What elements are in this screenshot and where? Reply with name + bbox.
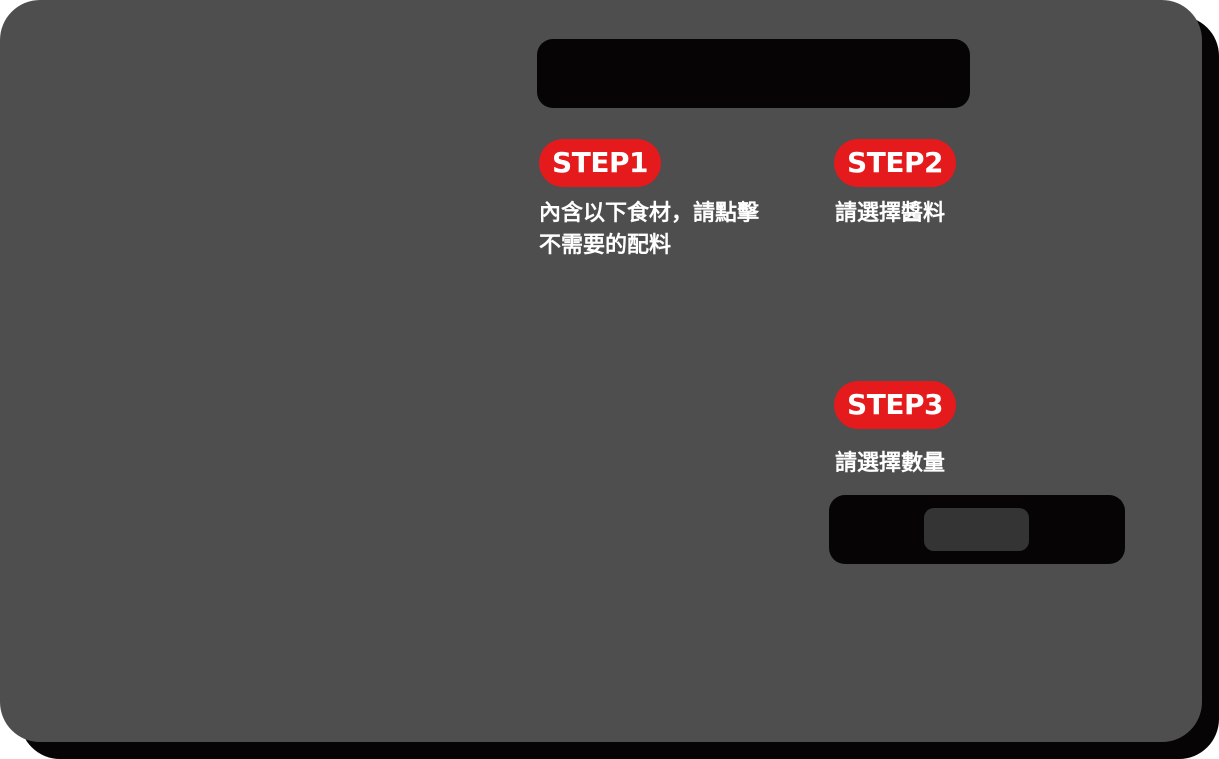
quantity-value-box[interactable] [924, 508, 1029, 551]
product-title-bar [537, 39, 970, 108]
step1-badge: STEP1 [539, 139, 661, 187]
step2-instruction: 請選擇醬料 [835, 201, 946, 226]
product-option-card: STEP1 內含以下食材，請點擊 不需要的配料 STEP2 請選擇醬料 STEP… [0, 0, 1202, 742]
step3-badge: STEP3 [834, 381, 956, 429]
step3-instruction: 請選擇數量 [835, 451, 946, 476]
step2-badge: STEP2 [834, 139, 956, 187]
step1-instruction-line2: 不需要的配料 [539, 233, 672, 258]
quantity-selector[interactable] [829, 495, 1125, 564]
step1-instruction-line1: 內含以下食材，請點擊 [539, 201, 760, 226]
